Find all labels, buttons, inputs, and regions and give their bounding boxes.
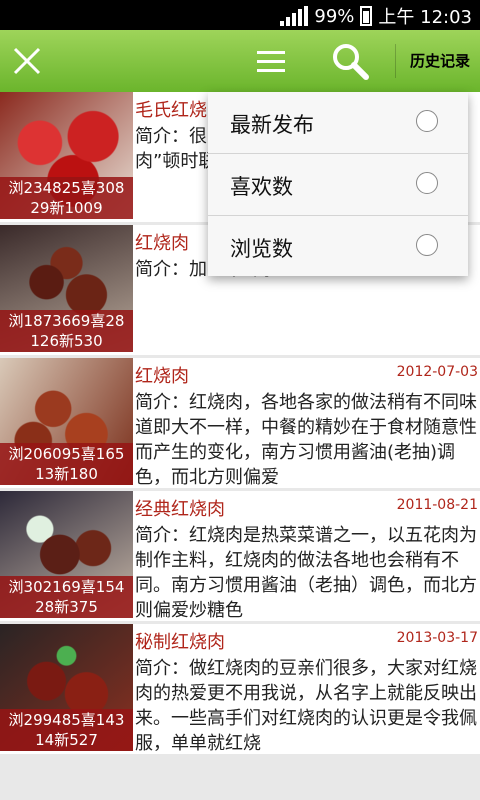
radio-button[interactable]	[416, 172, 438, 194]
recipe-item[interactable]: 浏302169喜154 28新375 经典红烧肉 2011-08-21 简介：红烧…	[0, 491, 480, 621]
recipe-description: 简介：红烧肉，各地各家的做法稍有不同味道即大不一样，中餐的精妙在于食材随意性而产…	[135, 392, 477, 485]
search-button[interactable]	[328, 30, 372, 92]
recipe-date: 2011-08-21	[396, 497, 478, 513]
recipe-content: 经典红烧肉 2011-08-21 简介：红烧肉是热菜菜谱之一，以五花肉为制作主料…	[135, 491, 480, 618]
history-button[interactable]: 历史记录	[410, 50, 470, 71]
recipe-description: 简介：红烧肉是热菜菜谱之一，以五花肉为制作主料，红烧肉的做法各地也会稍有不同。南…	[135, 525, 477, 618]
recipe-thumbnail[interactable]: 浏1873669喜28 126新530	[0, 225, 133, 352]
radio-button[interactable]	[416, 234, 438, 256]
recipe-content: 红烧肉 2012-07-03 简介：红烧肉，各地各家的做法稍有不同味道即大不一样…	[135, 358, 480, 485]
stats-badge: 浏234825喜308 29新1009	[0, 177, 133, 219]
close-button[interactable]	[6, 30, 48, 92]
appbar-divider	[395, 44, 396, 78]
sort-option-label: 浏览数	[230, 237, 293, 261]
stats-badge: 浏1873669喜28 126新530	[0, 310, 133, 352]
stats-badge: 浏299485喜143 14新527	[0, 709, 133, 751]
sort-option-likes[interactable]: 喜欢数	[208, 154, 468, 216]
menu-icon	[257, 51, 285, 72]
battery-icon	[360, 6, 373, 26]
clock: 上午 12:03	[378, 7, 472, 28]
recipe-title: 经典红烧肉	[135, 499, 225, 520]
recipe-thumbnail[interactable]: 浏302169喜154 28新375	[0, 491, 133, 618]
sort-dropdown: 最新发布 喜欢数 浏览数	[208, 92, 468, 276]
recipe-title: 秘制红烧肉	[135, 632, 225, 653]
close-icon	[13, 47, 41, 75]
sort-option-views[interactable]: 浏览数	[208, 216, 468, 277]
status-bar: 99% 上午 12:03	[0, 0, 480, 30]
battery-percent: 99%	[314, 5, 355, 27]
sort-option-latest[interactable]: 最新发布	[208, 92, 468, 154]
recipe-title: 红烧肉	[135, 233, 189, 254]
recipe-thumbnail[interactable]: 浏206095喜165 13新180	[0, 358, 133, 485]
sort-option-label: 最新发布	[230, 113, 314, 137]
recipe-title: 红烧肉	[135, 366, 189, 387]
recipe-thumbnail[interactable]: 浏234825喜308 29新1009	[0, 92, 133, 219]
signal-icon	[280, 6, 309, 26]
recipe-description: 简介：做红烧肉的豆亲们很多，大家对红烧肉的热爱更不用我说，从名字上就能反映出来。…	[135, 658, 477, 751]
sort-option-label: 喜欢数	[230, 175, 293, 199]
recipe-item[interactable]: 浏206095喜165 13新180 红烧肉 2012-07-03 简介：红烧肉，…	[0, 358, 480, 488]
recipe-thumbnail[interactable]: 浏299485喜143 14新527	[0, 624, 133, 751]
stats-badge: 浏206095喜165 13新180	[0, 443, 133, 485]
app-bar: 历史记录	[0, 30, 480, 92]
search-icon	[333, 44, 369, 80]
stats-badge: 浏302169喜154 28新375	[0, 576, 133, 618]
recipe-content: 秘制红烧肉 2013-03-17 简介：做红烧肉的豆亲们很多，大家对红烧肉的热爱…	[135, 624, 480, 751]
recipe-item[interactable]: 浏299485喜143 14新527 秘制红烧肉 2013-03-17 简介：做红…	[0, 624, 480, 754]
radio-button[interactable]	[416, 110, 438, 132]
recipe-date: 2012-07-03	[396, 364, 478, 380]
recipe-date: 2013-03-17	[396, 630, 478, 646]
menu-button[interactable]	[252, 30, 290, 92]
